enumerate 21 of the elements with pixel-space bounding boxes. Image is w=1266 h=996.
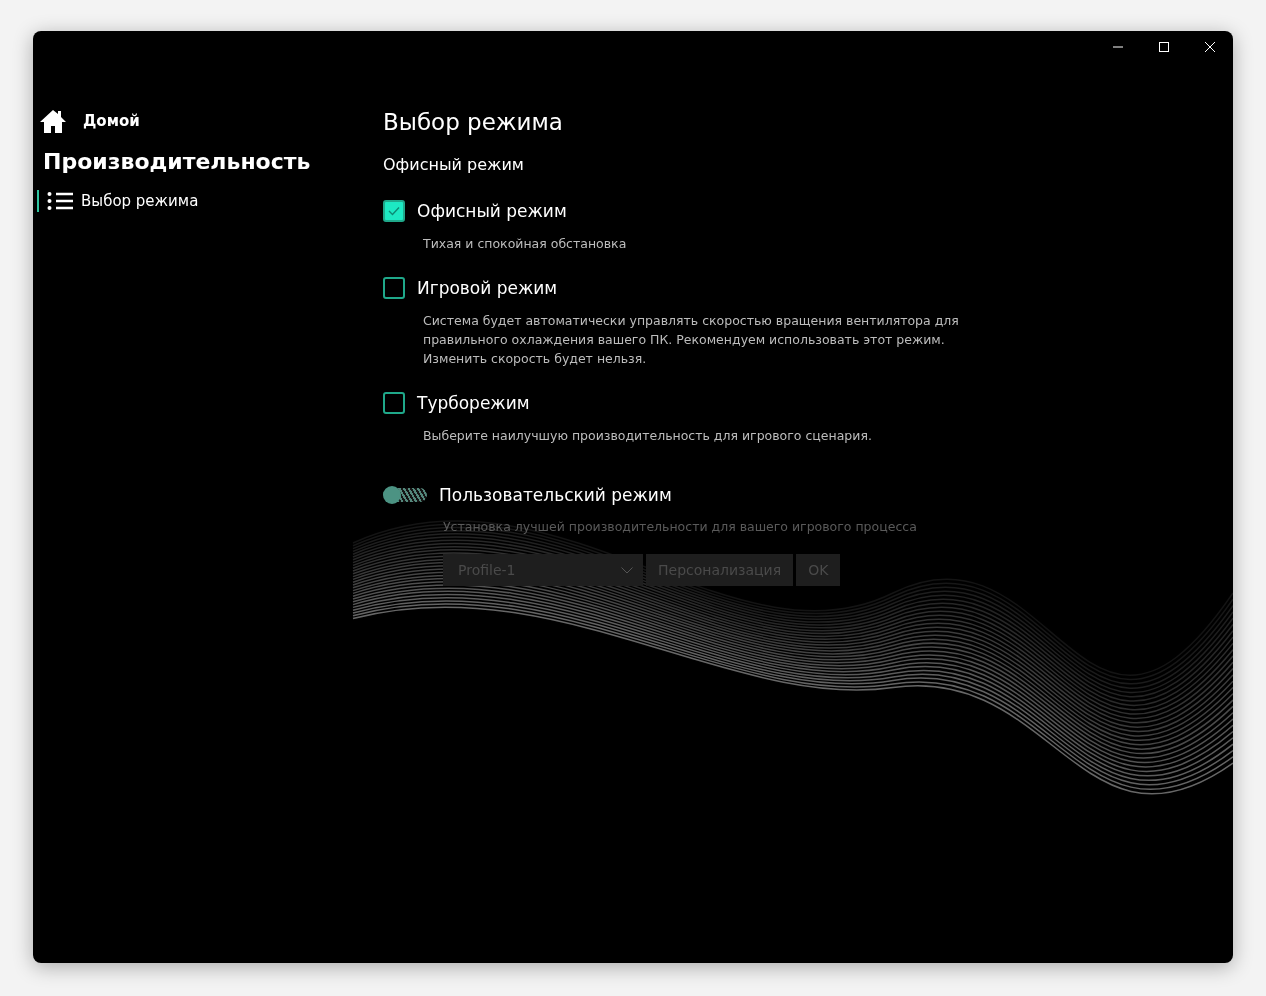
mode-label: Игровой режим bbox=[417, 278, 558, 298]
mode-description: Система будет автоматически управлять скоростью вращения вентилятора для правильного охлаждения вашего ПК. Рекомендуем использовать этот режим. Изменить скорость будет нельзя. bbox=[423, 312, 960, 368]
chevron-down-icon bbox=[621, 566, 633, 574]
mode-description: Установка лучшей производительности для вашего игрового процесса bbox=[443, 518, 918, 536]
maximize-icon bbox=[1159, 42, 1169, 52]
mode-checkbox[interactable] bbox=[383, 277, 405, 299]
current-mode-text: Офисный режим bbox=[383, 155, 525, 174]
mode-label: Офисный режим bbox=[417, 201, 567, 221]
mode-checkbox[interactable] bbox=[383, 200, 405, 222]
home-icon bbox=[39, 109, 67, 133]
mode-description: Выберите наилучшую производительность для игрового сценария. bbox=[423, 427, 873, 445]
page-title: Выбор режима bbox=[383, 109, 564, 135]
mode-label: Турборежим bbox=[417, 393, 530, 413]
check-icon bbox=[388, 206, 400, 216]
section-title: Производительность bbox=[43, 149, 312, 174]
mode-description: Тихая и спокойная обстановка bbox=[423, 235, 628, 253]
list-icon bbox=[47, 192, 73, 210]
mode-label: Пользовательский режим bbox=[439, 485, 672, 505]
close-icon bbox=[1205, 42, 1215, 52]
mode-checkbox[interactable] bbox=[383, 392, 405, 414]
home-link[interactable]: Домой bbox=[37, 109, 383, 133]
